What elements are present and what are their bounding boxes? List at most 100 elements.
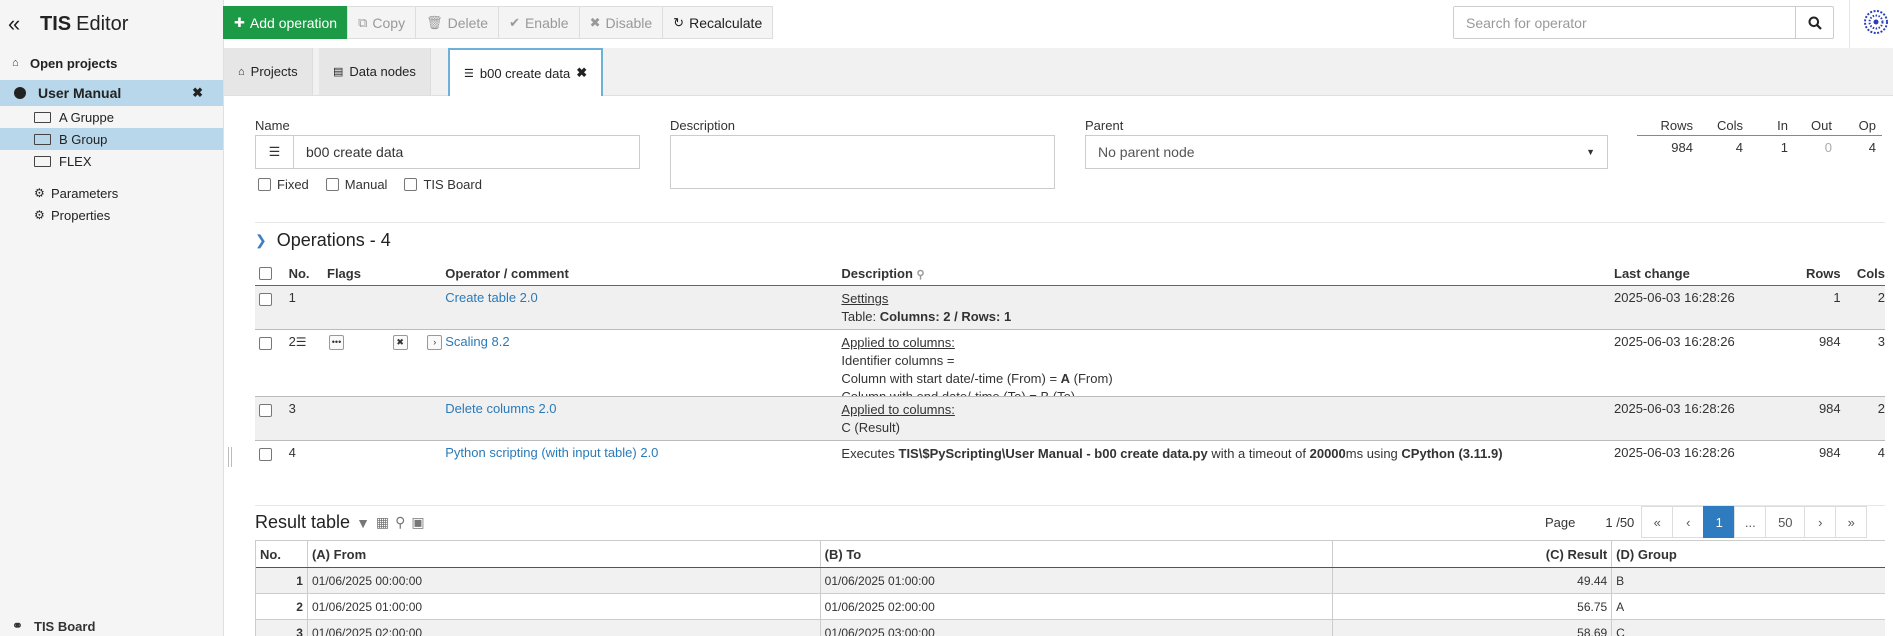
sidebar-item-parameters[interactable]: ⚙ Parameters xyxy=(0,182,223,204)
first-page-button[interactable]: « xyxy=(1641,506,1674,538)
tab-bar: ⌂ Projects ▤ Data nodes ☰ b00 create data ✖ xyxy=(224,48,1893,96)
row-checkbox[interactable] xyxy=(259,448,272,461)
sidebar-folder-a-gruppe[interactable]: A Gruppe xyxy=(0,106,223,128)
stat-header-op: Op xyxy=(1858,118,1876,133)
operator-link[interactable]: Python scripting (with input table) 2.0 xyxy=(445,445,658,460)
close-tab-icon[interactable]: ✖ xyxy=(576,65,587,81)
folder-label: A Gruppe xyxy=(59,109,114,125)
cell-group: B xyxy=(1616,573,1625,588)
search-input[interactable] xyxy=(1454,7,1795,38)
drag-handle-icon[interactable]: ☰ xyxy=(296,335,307,349)
tab-current-node[interactable]: ☰ b00 create data ✖ xyxy=(448,48,604,96)
op-description: Applied to columns: C (Result) xyxy=(841,397,1614,440)
col-from[interactable]: (A) From xyxy=(308,541,821,567)
op-rows: 984 xyxy=(1818,445,1841,460)
parent-select[interactable]: No parent node ▼ xyxy=(1085,135,1608,169)
tab-projects[interactable]: ⌂ Projects xyxy=(224,48,313,95)
col-last-change: Last change xyxy=(1614,266,1690,281)
operation-row[interactable]: 4 Python scripting (with input table) 2.… xyxy=(255,441,1885,469)
folder-label: B Group xyxy=(59,131,108,147)
desc-text: C (Result) xyxy=(841,420,900,435)
row-checkbox[interactable] xyxy=(259,337,272,350)
disable-label: Disable xyxy=(605,14,653,31)
checkbox-box xyxy=(325,178,339,191)
search-button[interactable] xyxy=(1795,7,1833,38)
operator-link[interactable]: Create table 2.0 xyxy=(445,290,538,305)
stat-cols: 4 xyxy=(1735,139,1743,155)
delete-button[interactable]: 🗑 Delete xyxy=(415,6,500,39)
collapse-sidebar-icon[interactable]: « xyxy=(8,11,32,37)
operation-row[interactable]: 2☰ ••• ✖ › Scaling 8.2 Applied to column… xyxy=(255,330,1885,397)
add-operation-button[interactable]: ✚ Add operation xyxy=(223,6,349,39)
brand: « TIS Editor xyxy=(0,0,223,48)
remove-icon[interactable]: ✖ xyxy=(392,335,408,351)
op-no: 4 xyxy=(288,445,296,460)
operator-link[interactable]: Scaling 8.2 xyxy=(445,334,509,349)
zoom-icon[interactable]: ⚲ xyxy=(395,514,405,531)
row-checkbox[interactable] xyxy=(259,293,272,306)
prev-page-button[interactable]: ‹ xyxy=(1672,506,1705,538)
desc-heading: Settings xyxy=(841,291,889,306)
list-icon: ☰ xyxy=(464,67,474,80)
last-page-button[interactable]: » xyxy=(1835,506,1868,538)
description-textarea[interactable] xyxy=(670,135,1055,189)
fixed-checkbox[interactable]: Fixed xyxy=(258,177,309,192)
operations-header[interactable]: ❯ Operations - 4 xyxy=(255,230,391,251)
page-ellipsis: ... xyxy=(1734,506,1767,538)
disable-button[interactable]: ✖ Disable xyxy=(578,6,664,39)
op-description: Applied to columns: Identifier columns =… xyxy=(841,330,1614,396)
delete-label: Delete xyxy=(447,14,489,31)
op-flags xyxy=(327,441,445,469)
search-icon xyxy=(1808,16,1822,30)
page-50-button[interactable]: 50 xyxy=(1765,506,1806,538)
more-icon[interactable]: ••• xyxy=(329,335,344,351)
tis-board-checkbox[interactable]: TIS Board xyxy=(404,177,482,192)
enable-button[interactable]: ✔ Enable xyxy=(498,6,580,39)
panel-resize-handle[interactable] xyxy=(228,447,232,467)
next-page-button[interactable]: › xyxy=(1804,506,1837,538)
sidebar-folder-flex[interactable]: FLEX xyxy=(0,150,223,172)
row-checkbox[interactable] xyxy=(259,404,272,417)
checkbox-box xyxy=(258,178,271,191)
operation-row[interactable]: 1 Create table 2.0 Settings Table: Colum… xyxy=(255,286,1885,330)
filter-icon[interactable]: ▼ xyxy=(356,515,370,531)
col-no[interactable]: No. xyxy=(256,541,308,567)
table-icon[interactable]: ▦ xyxy=(376,514,389,531)
col-to[interactable]: (B) To xyxy=(821,541,1334,567)
close-project-icon[interactable]: ✖ xyxy=(192,85,203,101)
col-result[interactable]: (C) Result xyxy=(1333,541,1613,567)
tab-data-nodes[interactable]: ▤ Data nodes xyxy=(319,48,431,95)
col-group[interactable]: (D) Group xyxy=(1612,541,1885,567)
name-input[interactable] xyxy=(294,136,639,168)
expand-icon[interactable]: › xyxy=(427,335,443,351)
header-divider xyxy=(1849,0,1850,48)
project-dot-icon xyxy=(14,87,26,99)
col-no: No. xyxy=(288,266,310,281)
tis-board-link[interactable]: ⚭ TIS Board xyxy=(12,618,95,634)
cell-no: 2 xyxy=(256,594,308,619)
op-last-change: 2025-06-03 16:28:26 xyxy=(1614,445,1735,460)
desc-text-bold: 20000 xyxy=(1309,446,1346,461)
operations-header-row: No. Flags Operator / comment Description… xyxy=(255,262,1885,286)
op-rows: 984 xyxy=(1818,334,1841,349)
cell-from: 01/06/2025 02:00:00 xyxy=(308,620,821,636)
project-item[interactable]: User Manual ✖ xyxy=(0,80,223,106)
gears-icon: ⚙ xyxy=(34,208,45,222)
desc-text: ms using xyxy=(1345,446,1402,461)
search-icon[interactable]: ⚲ xyxy=(917,269,925,281)
refresh-icon: ↻ xyxy=(673,14,685,30)
sidebar-item-properties[interactable]: ⚙ Properties xyxy=(0,204,223,226)
open-projects-link[interactable]: ⌂ Open projects xyxy=(0,52,223,74)
user-avatar-icon[interactable] xyxy=(1862,8,1890,36)
excel-icon[interactable]: ▣ xyxy=(411,514,424,531)
page-1-button[interactable]: 1 xyxy=(1703,506,1736,538)
stat-header-out: Out xyxy=(1811,118,1832,133)
select-all-checkbox[interactable] xyxy=(259,267,272,280)
recalculate-button[interactable]: ↻ Recalculate xyxy=(662,6,774,39)
copy-button[interactable]: ⧉ Copy xyxy=(347,6,417,39)
operator-link[interactable]: Delete columns 2.0 xyxy=(445,401,556,416)
col-flags: Flags xyxy=(327,266,361,281)
operation-row[interactable]: 3 Delete columns 2.0 Applied to columns:… xyxy=(255,397,1885,441)
manual-checkbox[interactable]: Manual xyxy=(325,177,387,192)
sidebar-folder-b-group[interactable]: B Group xyxy=(0,128,223,150)
